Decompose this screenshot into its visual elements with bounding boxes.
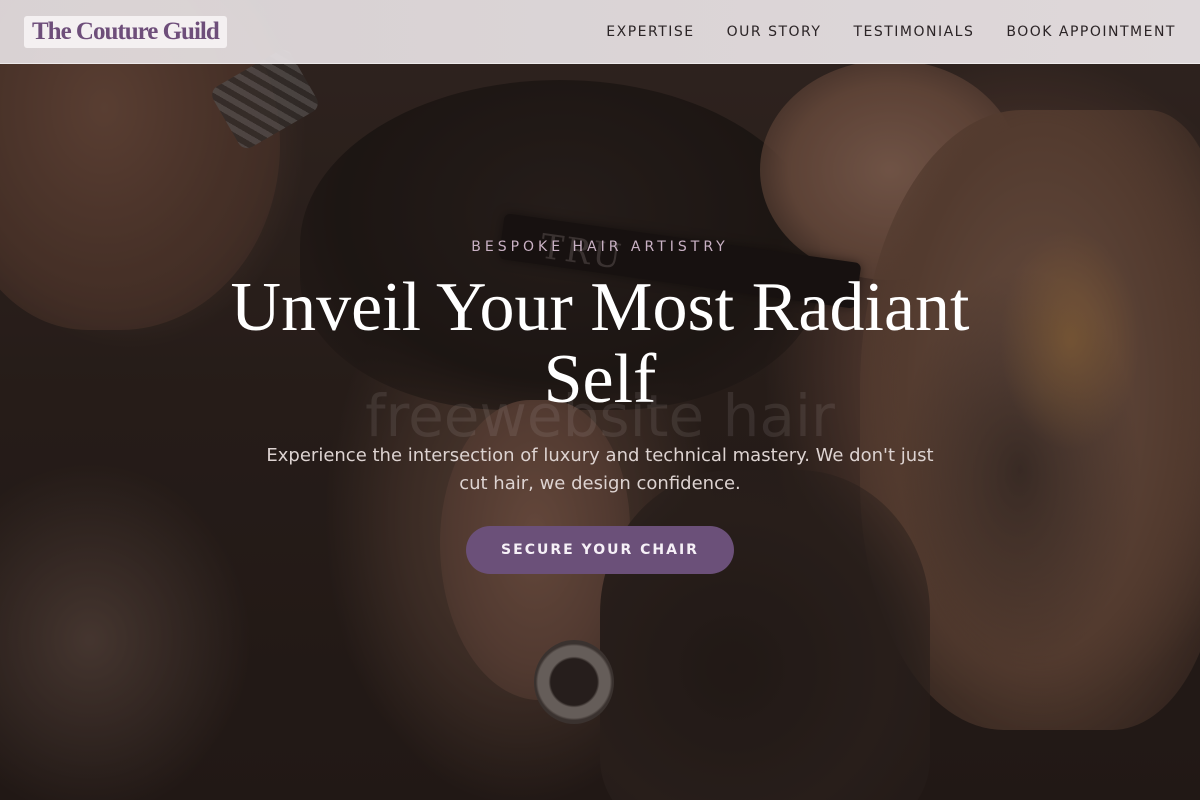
main-nav: EXPERTISE OUR STORY TESTIMONIALS BOOK AP… bbox=[606, 0, 1176, 64]
nav-link-book-appointment[interactable]: BOOK APPOINTMENT bbox=[1006, 24, 1176, 40]
site-header: The Couture Guild EXPERTISE OUR STORY TE… bbox=[0, 0, 1200, 64]
nav-link-testimonials[interactable]: TESTIMONIALS bbox=[853, 24, 974, 40]
secure-your-chair-button[interactable]: SECURE YOUR CHAIR bbox=[466, 526, 734, 574]
nav-link-our-story[interactable]: OUR STORY bbox=[727, 24, 822, 40]
hero-headline: Unveil Your Most Radiant Self bbox=[230, 269, 970, 418]
hero-subtext: Experience the intersection of luxury an… bbox=[266, 445, 934, 494]
hero-eyebrow: BESPOKE HAIR ARTISTRY bbox=[471, 239, 729, 255]
nav-link-expertise[interactable]: EXPERTISE bbox=[606, 24, 694, 40]
brand-logo[interactable]: The Couture Guild bbox=[24, 16, 227, 48]
